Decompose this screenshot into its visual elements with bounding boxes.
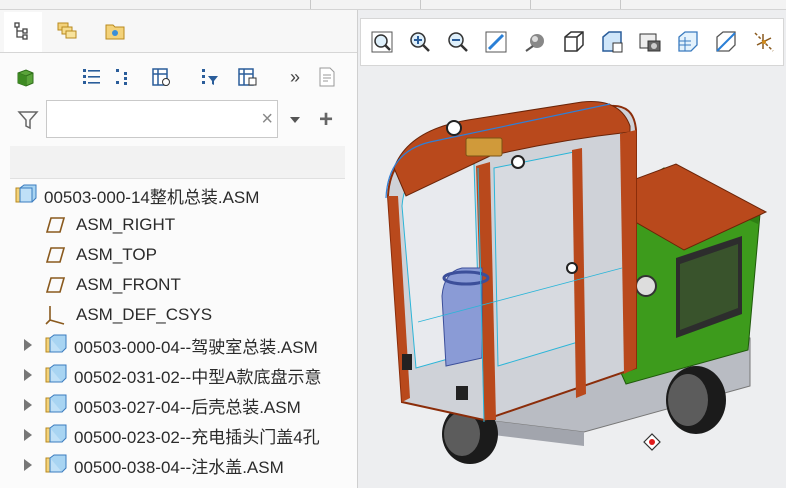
tab-layer-tree[interactable] bbox=[48, 12, 86, 50]
top-menu-strip bbox=[0, 0, 786, 10]
tab-folder-browser[interactable] bbox=[96, 12, 134, 50]
datum-plane-icon bbox=[45, 277, 66, 293]
tree-item-label: ASM_FRONT bbox=[76, 275, 181, 294]
tree-component-item[interactable]: 00502-031-02--中型A款底盘示意 bbox=[22, 360, 350, 390]
layer-tree-icon bbox=[57, 22, 77, 39]
folder-browser-icon bbox=[105, 24, 125, 40]
model-tree-icon bbox=[14, 22, 28, 40]
spin-center-icon[interactable] bbox=[673, 27, 703, 57]
tree-item-label: ASM_DEF_CSYS bbox=[76, 305, 213, 324]
show-tree-icon[interactable] bbox=[234, 64, 260, 90]
dropdown-arrow-icon[interactable] bbox=[286, 110, 304, 130]
tree-expand-icon[interactable] bbox=[110, 64, 136, 90]
view-manager-icon[interactable] bbox=[597, 27, 627, 57]
graphics-area bbox=[358, 10, 786, 488]
filter-tree-icon[interactable] bbox=[196, 64, 222, 90]
view-toolbar bbox=[360, 18, 784, 66]
tree-item-label: 00500-023-02--充电插头门盖4孔 bbox=[74, 427, 320, 447]
menu-separator bbox=[620, 0, 621, 9]
assembly-icon bbox=[45, 394, 67, 413]
tree-search-box[interactable]: × bbox=[46, 100, 278, 138]
tree-datum-item[interactable]: ASM_TOP bbox=[44, 240, 354, 270]
tree-item-label: ASM_TOP bbox=[76, 245, 157, 264]
tree-settings-icon[interactable] bbox=[78, 64, 104, 90]
display-style-icon[interactable] bbox=[521, 27, 551, 57]
add-filter-icon[interactable]: + bbox=[314, 106, 338, 133]
tree-item-label: 00502-031-02--中型A款底盘示意 bbox=[74, 367, 322, 387]
notes-icon[interactable] bbox=[314, 64, 340, 90]
assembly-icon bbox=[45, 334, 67, 353]
tree-component-item[interactable]: 00503-000-04--驾驶室总装.ASM bbox=[22, 330, 350, 360]
tree-component-item[interactable]: 00500-038-04--注水盖.ASM bbox=[22, 450, 350, 480]
assembly-icon bbox=[45, 364, 67, 383]
tree-component-item[interactable]: 00500-023-02--充电插头门盖4孔 bbox=[22, 420, 350, 450]
tree-datum-item[interactable]: ASM_FRONT bbox=[44, 270, 354, 300]
repaint-icon[interactable] bbox=[481, 27, 511, 57]
saved-orientations-icon[interactable] bbox=[559, 27, 589, 57]
tree-item-label: 00503-000-14整机总装.ASM bbox=[44, 187, 260, 207]
tree-search-input[interactable] bbox=[53, 101, 257, 137]
expand-arrow-icon[interactable] bbox=[22, 338, 34, 352]
model-tree-panel: » × + 00503-000-14整机总装.ASM ASM_RIGHT ASM… bbox=[0, 10, 358, 488]
annotation-display-icon[interactable] bbox=[711, 27, 741, 57]
zoom-out-icon[interactable] bbox=[443, 27, 473, 57]
datum-plane-icon bbox=[45, 217, 66, 233]
tree-item-label: 00500-038-04--注水盖.ASM bbox=[74, 457, 284, 477]
tree-toolbar: » bbox=[0, 54, 357, 96]
more-chevron-icon[interactable]: » bbox=[284, 64, 306, 90]
coordinate-system-icon bbox=[45, 306, 65, 325]
zoom-in-icon[interactable] bbox=[405, 27, 435, 57]
datum-plane-icon bbox=[45, 247, 66, 263]
expand-arrow-icon[interactable] bbox=[22, 368, 34, 382]
tree-root-item[interactable]: 00503-000-14整机总装.ASM bbox=[14, 180, 354, 210]
clear-icon[interactable]: × bbox=[261, 107, 273, 131]
tree-item-label: ASM_RIGHT bbox=[76, 215, 176, 234]
expand-arrow-icon[interactable] bbox=[22, 458, 34, 472]
part-cube-icon[interactable] bbox=[12, 64, 38, 90]
expand-arrow-icon[interactable] bbox=[22, 398, 34, 412]
expand-arrow-icon[interactable] bbox=[22, 428, 34, 442]
navigator-tabs bbox=[0, 10, 357, 53]
funnel-icon[interactable] bbox=[14, 106, 42, 134]
assembly-icon bbox=[45, 424, 67, 443]
tree-component-item[interactable]: 00503-027-04--后壳总装.ASM bbox=[22, 390, 350, 420]
datum-display-icon[interactable] bbox=[749, 27, 779, 57]
refit-icon[interactable] bbox=[367, 27, 397, 57]
tree-item-label: 00503-000-04--驾驶室总装.ASM bbox=[74, 337, 318, 357]
model-viewport[interactable] bbox=[358, 68, 786, 488]
tree-datum-item[interactable]: ASM_RIGHT bbox=[44, 210, 354, 240]
tree-filter-row: × + bbox=[0, 98, 357, 142]
tree-datum-item[interactable]: ASM_DEF_CSYS bbox=[44, 300, 354, 330]
tree-item-label: 00503-027-04--后壳总装.ASM bbox=[74, 397, 301, 417]
vehicle-3d-model bbox=[385, 101, 768, 464]
assembly-icon bbox=[45, 454, 67, 473]
tree-header-bar bbox=[10, 146, 345, 179]
menu-separator bbox=[420, 0, 421, 9]
menu-separator bbox=[310, 0, 311, 9]
column-display-icon[interactable] bbox=[148, 64, 174, 90]
perspective-icon[interactable] bbox=[635, 27, 665, 57]
assembly-icon bbox=[15, 184, 37, 203]
menu-separator bbox=[530, 0, 531, 9]
tab-model-tree[interactable] bbox=[4, 12, 42, 52]
